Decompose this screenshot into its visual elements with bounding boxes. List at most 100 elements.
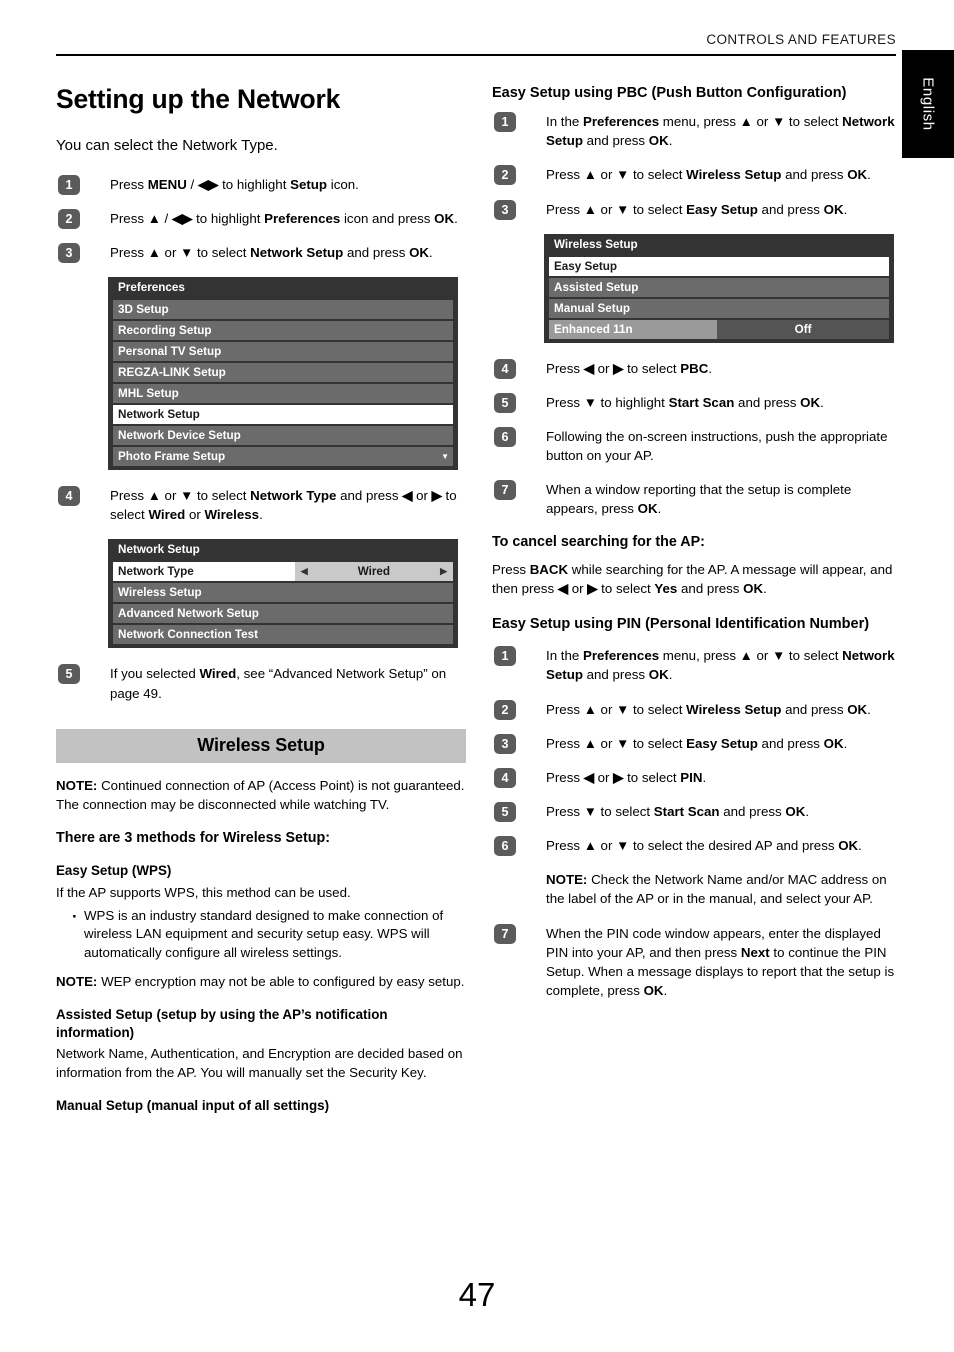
step-item: 3 Press ▲ or ▼ to select Easy Setup and …: [492, 199, 902, 220]
intro-text: You can select the Network Type.: [56, 137, 278, 155]
manual-setup-heading: Manual Setup (manual input of all settin…: [56, 1097, 330, 1113]
step-number-badge: 7: [494, 923, 516, 944]
pbc-heading: Easy Setup using PBC (Push Button Config…: [492, 85, 847, 101]
header-rule: [56, 54, 896, 56]
step-item: 7 When a window reporting that the setup…: [492, 480, 902, 518]
network-type-value: Wired: [357, 565, 391, 579]
osd-menu-row-label: Wireless Setup: [118, 586, 202, 600]
step-number-badge: 2: [58, 208, 80, 229]
osd-menu-row[interactable]: 3D Setup: [113, 300, 453, 320]
step-number-badge: 5: [58, 664, 80, 685]
step-text: Press ▼ to select Start Scan and press O…: [546, 803, 810, 819]
running-head: CONTROLS AND FEATURES: [706, 32, 896, 47]
step-number-badge: 1: [494, 112, 516, 133]
step-number-badge: 7: [494, 480, 516, 501]
osd-menu-row[interactable]: Assisted Setup: [549, 277, 889, 297]
osd-menu-row[interactable]: MHL Setup: [113, 384, 453, 404]
step-item: 3 Press ▲ or ▼ to select Network Setup a…: [56, 243, 466, 263]
osd-menu-row[interactable]: Manual Setup: [549, 298, 889, 318]
step-text: Press ◀ or ▶ to select PBC.: [546, 360, 713, 376]
step-text: Press ▲ or ▼ to select Network Type and …: [110, 488, 457, 523]
osd-menu-row-label: Manual Setup: [554, 301, 630, 315]
step-text: Press ◀ or ▶ to select PIN.: [546, 769, 707, 785]
step-item: 4 Press ◀ or ▶ to select PIN.: [492, 767, 902, 788]
osd-menu-row[interactable]: Personal TV Setup: [113, 342, 453, 362]
wireless-setup-menu-rows: Easy Setup Assisted Setup Manual Setup: [544, 256, 894, 318]
osd-menu-row[interactable]: Network Connection Test: [113, 625, 453, 645]
wireless-setup-menu-title: Wireless Setup: [544, 233, 894, 255]
step-text: In the Preferences menu, press ▲ or ▼ to…: [546, 114, 895, 149]
step-number-badge: 6: [494, 426, 516, 447]
page-number: 47: [458, 1276, 496, 1313]
step-number-badge: 2: [494, 699, 516, 720]
step-number-badge: 4: [58, 486, 80, 507]
left-column: Setting up the Network You can select th…: [56, 84, 466, 1118]
step-text: Press ▲ / ◀▶ to highlight Preferences ic…: [110, 210, 458, 226]
pin-note-text: NOTE: Check the Network Name and/or MAC …: [546, 872, 887, 907]
osd-menu-row-label: Photo Frame Setup: [118, 450, 226, 464]
preferences-menu: Preferences 3D Setup Recording Setup Perso…: [108, 277, 458, 471]
wps-bullet-list: WPS is an industry standard designed to …: [56, 905, 466, 964]
step-text: If you selected Wired, see “Advanced Net…: [110, 666, 447, 701]
note-access-point: NOTE: Continued connection of AP (Access…: [56, 777, 465, 812]
step-text: When the PIN code window appears, enter …: [546, 925, 895, 998]
network-setup-menu: Network Setup Network Type ◀ Wired ▶ Wir…: [108, 539, 458, 649]
step-text: In the Preferences menu, press ▲ or ▼ to…: [546, 648, 895, 683]
pin-note: NOTE: Check the Network Name and/or MAC …: [492, 870, 902, 908]
osd-menu-row[interactable]: REGZA-LINK Setup: [113, 363, 453, 383]
step-item: 3 Press ▲ or ▼ to select Easy Setup and …: [492, 733, 902, 754]
osd-menu-row[interactable]: Easy Setup: [549, 256, 889, 276]
cancel-search-body: Press BACK while searching for the AP. A…: [492, 562, 893, 597]
cancel-search-heading: To cancel searching for the AP:: [492, 533, 705, 550]
step-item: 5 Press ▼ to highlight Start Scan and pr…: [492, 392, 902, 413]
osd-menu-row-label: 3D Setup: [118, 303, 169, 317]
osd-menu-row[interactable]: Photo Frame Setup ▼: [113, 447, 453, 467]
step-text: Press MENU / ◀▶ to highlight Setup icon.: [110, 176, 359, 192]
osd-menu-row-label: Recording Setup: [118, 324, 212, 338]
osd-menu-row-label: Network Connection Test: [118, 628, 259, 642]
osd-menu-row-label: MHL Setup: [118, 387, 179, 401]
step-number-badge: 5: [494, 801, 516, 822]
enhanced-11n-row: Enhanced 11n Off: [549, 319, 889, 339]
preferences-menu-rows: 3D Setup Recording Setup Personal TV Setup…: [108, 300, 458, 467]
scroll-down-caret-icon[interactable]: ▼: [441, 447, 453, 466]
osd-menu-row[interactable]: Wireless Setup: [113, 583, 453, 603]
osd-menu-row[interactable]: Recording Setup: [113, 321, 453, 341]
step-number-badge: 2: [494, 165, 516, 186]
step-item: 1 In the Preferences menu, press ▲ or ▼ …: [492, 646, 902, 684]
osd-menu-row-label: Assisted Setup: [554, 280, 639, 294]
step-item: 5 If you selected Wired, see “Advanced N…: [56, 664, 466, 702]
step-text: Following the on-screen instructions, pu…: [546, 428, 888, 464]
osd-menu-row[interactable]: Network Setup: [113, 405, 453, 425]
step-text: Press ▼ to highlight Start Scan and pres…: [546, 394, 824, 410]
step-item: 6 Press ▲ or ▼ to select the desired AP …: [492, 836, 902, 857]
step-item: 1 In the Preferences menu, press ▲ or ▼ …: [492, 112, 902, 150]
step-text: Press ▲ or ▼ to select Wireless Setup an…: [546, 701, 871, 717]
step-number-badge: 1: [58, 174, 80, 195]
left-arrow-icon: ◀: [300, 566, 308, 577]
preferences-menu-title: Preferences: [108, 277, 458, 299]
osd-menu-row[interactable]: Advanced Network Setup: [113, 604, 453, 624]
right-arrow-icon: ▶: [440, 566, 447, 577]
step-number-badge: 5: [494, 392, 516, 413]
step-number-badge: 4: [494, 767, 516, 788]
easy-setup-heading: Easy Setup (WPS): [56, 863, 172, 879]
osd-menu-row-label: Personal TV Setup: [118, 345, 222, 359]
step-number-badge: 3: [494, 199, 516, 220]
easy-setup-body: If the AP supports WPS, this method can …: [56, 884, 351, 900]
enhanced-11n-label: Enhanced 11n: [549, 319, 718, 339]
osd-menu-row-label: Easy Setup: [554, 259, 618, 273]
osd-menu-row[interactable]: Network Device Setup: [113, 426, 453, 446]
step-text: Press ▲ or ▼ to select Wireless Setup an…: [546, 167, 871, 183]
network-setup-menu-title: Network Setup: [108, 539, 458, 561]
network-setup-menu-rows: Wireless Setup Advanced Network Setup Netw…: [108, 583, 458, 645]
step-item: 4 Press ◀ or ▶ to select PBC.: [492, 358, 902, 379]
step-text: Press ▲ or ▼ to select Easy Setup and pr…: [546, 735, 848, 751]
page-title: Setting up the Network: [56, 84, 341, 114]
step-text: Press ▲ or ▼ to select Easy Setup and pr…: [546, 201, 848, 217]
network-type-value-area: ◀ Wired ▶: [294, 562, 453, 582]
right-column: Easy Setup using PBC (Push Button Config…: [492, 84, 902, 1015]
step-number-badge: 6: [494, 836, 516, 857]
step-number-badge: 4: [494, 358, 516, 379]
step-item: 5 Press ▼ to select Start Scan and press…: [492, 801, 902, 822]
